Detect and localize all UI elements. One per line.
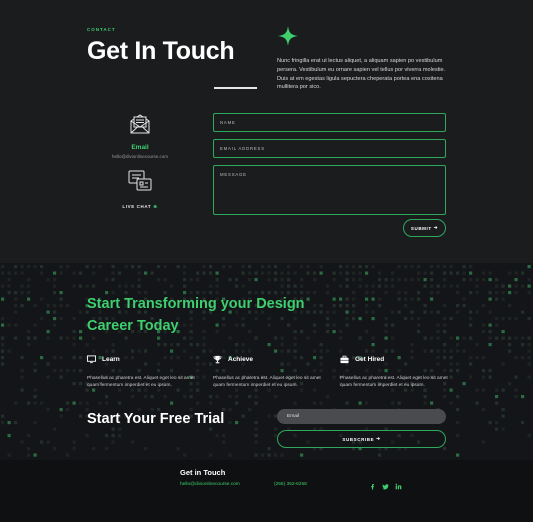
trial-email-input[interactable]: Email — [277, 409, 446, 424]
footer-email-link[interactable]: hello@divionlinecourse.com — [180, 482, 240, 487]
twitter-icon[interactable] — [382, 483, 389, 490]
email-field[interactable]: EMAIL ADDRESS — [213, 139, 446, 158]
trophy-icon — [213, 355, 222, 363]
briefcase-icon — [340, 355, 349, 363]
sparkle-icon — [278, 26, 298, 46]
feature-label: Get Hired — [355, 355, 385, 363]
name-placeholder: NAME — [220, 120, 236, 125]
title-divider — [214, 87, 257, 89]
footer-title: Get in Touch — [180, 468, 226, 477]
name-field[interactable]: NAME — [213, 113, 446, 132]
intro-text: Nunc fringilla erat ut lectus aliquet, a… — [277, 58, 446, 91]
subscribe-button[interactable]: SUBSCRIBE ➔ — [277, 430, 446, 448]
feature-achieve: Achieve Phasellus ac pharetra est. Aliqu… — [213, 354, 321, 389]
trial-email-placeholder: Email — [287, 413, 299, 419]
feature-text: Phasellus ac pharetra est. Aliquet eget … — [87, 376, 195, 388]
live-chat-icon — [128, 170, 152, 191]
footer: Get in Touch hello@divionlinecourse.com … — [0, 460, 533, 522]
trial-title: Start Your Free Trial — [87, 411, 225, 427]
feature-text: Phasellus ac pharetra est. Aliquet eget … — [340, 376, 448, 388]
live-chat-link[interactable]: LIVE CHAT ⊕ — [87, 204, 193, 210]
live-chat-label: LIVE CHAT — [122, 204, 152, 209]
feature-text: Phasellus ac pharetra est. Aliquet eget … — [213, 376, 321, 388]
feature-label: Learn — [102, 355, 120, 363]
page-title: Get In Touch — [87, 37, 235, 65]
linkedin-icon[interactable] — [395, 483, 402, 490]
submit-button[interactable]: SUBMIT ➔ — [403, 219, 446, 237]
arrow-right-icon: ➔ — [376, 436, 381, 441]
arrow-right-icon: ➔ — [433, 225, 439, 230]
subscribe-label: SUBSCRIBE — [342, 436, 375, 442]
submit-label: SUBMIT — [410, 225, 432, 231]
monitor-icon — [87, 354, 96, 363]
facebook-icon[interactable] — [369, 483, 376, 490]
email-address[interactable]: hello@divionlinecourse.com — [87, 154, 193, 159]
feature-label: Achieve — [228, 355, 253, 363]
plus-circle-icon: ⊕ — [153, 204, 158, 209]
contact-section: CONTACT Get In Touch Nunc fringilla erat… — [0, 0, 533, 263]
career-section: Start Transforming your Design Career To… — [0, 263, 533, 460]
email-icon — [130, 114, 150, 134]
message-field[interactable]: MESSAGE — [213, 165, 446, 215]
feature-get-hired: Get Hired Phasellus ac pharetra est. Ali… — [340, 354, 448, 389]
email-placeholder: EMAIL ADDRESS — [220, 146, 265, 151]
feature-learn: Learn Phasellus ac pharetra est. Aliquet… — [87, 354, 195, 389]
career-title: Start Transforming your Design Career To… — [87, 296, 305, 334]
footer-phone-link[interactable]: (255) 352-6258 — [274, 482, 307, 487]
email-label: Email — [131, 144, 149, 151]
contact-eyebrow: CONTACT — [87, 27, 116, 32]
message-placeholder: MESSAGE — [220, 172, 247, 177]
